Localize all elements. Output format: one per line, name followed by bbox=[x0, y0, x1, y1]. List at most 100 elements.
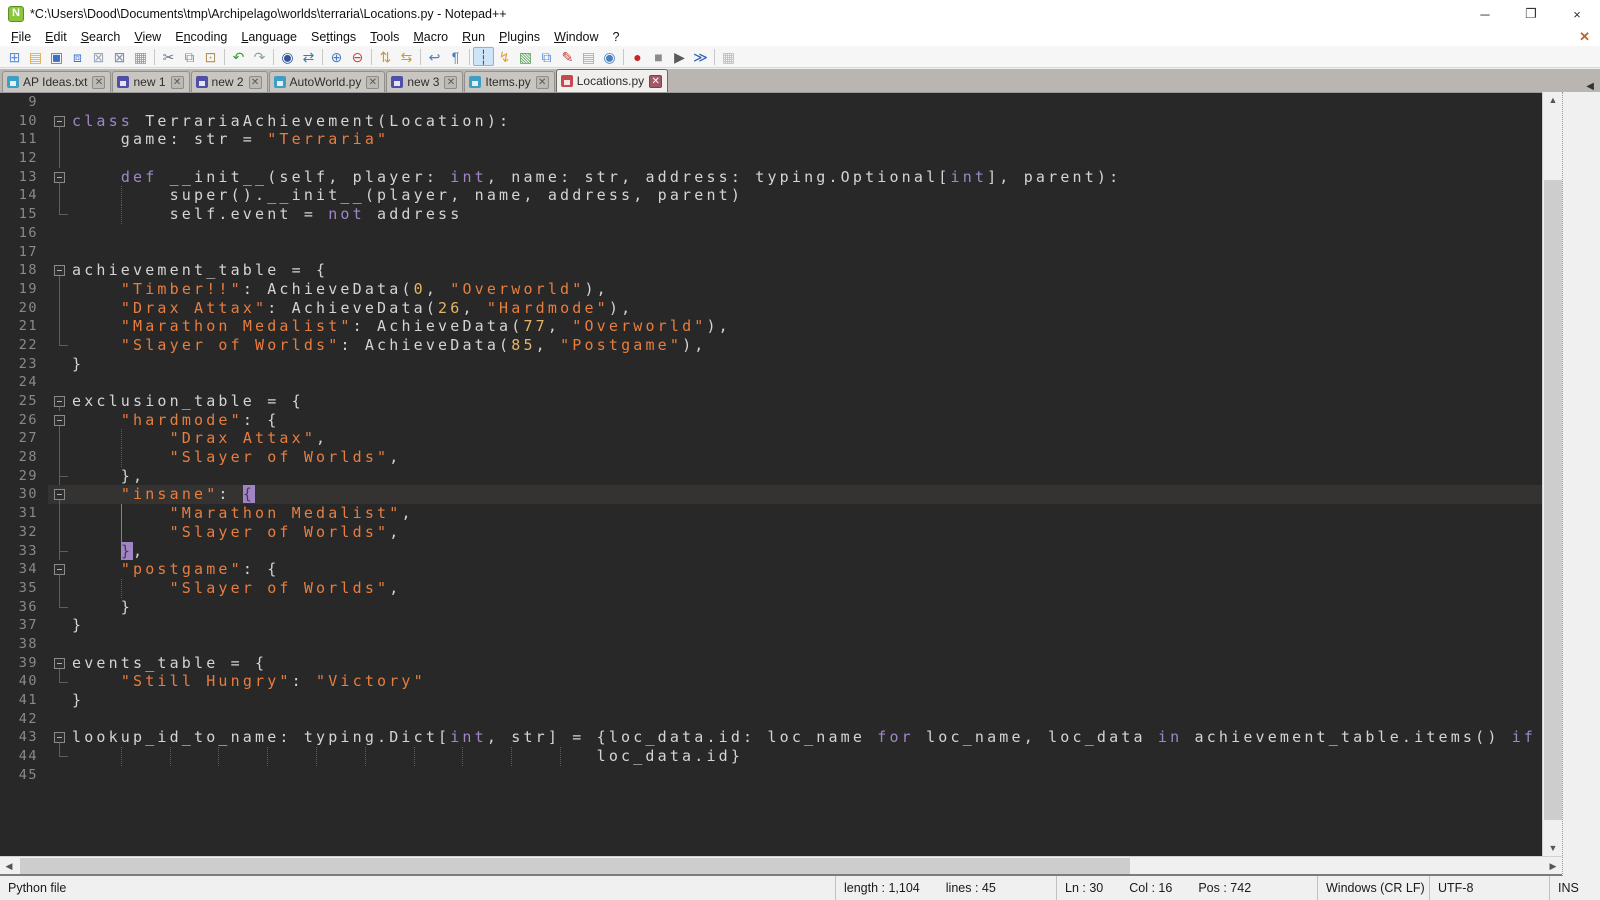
fold-collapse-icon[interactable] bbox=[48, 560, 72, 579]
fold-collapse-icon[interactable] bbox=[48, 112, 72, 131]
code-line-22[interactable]: 22 "Slayer of Worlds": AchieveData(85, "… bbox=[0, 336, 1542, 355]
menu-item-[interactable]: ? bbox=[606, 30, 627, 44]
fold-collapse-icon[interactable] bbox=[48, 411, 72, 430]
word-wrap-icon[interactable]: ↩ bbox=[424, 47, 445, 66]
macro-run-multiple-icon[interactable]: ≫ bbox=[690, 47, 711, 66]
menu-item-window[interactable]: Window bbox=[547, 30, 605, 44]
tab-close-icon[interactable]: ✕ bbox=[366, 76, 379, 89]
code-line-38[interactable]: 38 bbox=[0, 635, 1542, 654]
code-line-13[interactable]: 13 def __init__(self, player: int, name:… bbox=[0, 168, 1542, 187]
document-map-icon[interactable]: ▧ bbox=[515, 47, 536, 66]
redo-icon[interactable]: ↷ bbox=[249, 47, 270, 66]
code-line-17[interactable]: 17 bbox=[0, 243, 1542, 262]
tab-items-py[interactable]: Items.py✕ bbox=[464, 71, 554, 92]
menu-item-file[interactable]: File bbox=[4, 30, 38, 44]
scroll-up-icon[interactable]: ▲ bbox=[1544, 92, 1562, 108]
code-line-41[interactable]: 41} bbox=[0, 691, 1542, 710]
code-line-16[interactable]: 16 bbox=[0, 224, 1542, 243]
macro-stop-icon[interactable]: ■ bbox=[648, 47, 669, 66]
code-line-29[interactable]: 29 }, bbox=[0, 467, 1542, 486]
menu-item-plugins[interactable]: Plugins bbox=[492, 30, 547, 44]
minimize-button[interactable]: ─ bbox=[1462, 0, 1508, 28]
fold-collapse-icon[interactable] bbox=[48, 654, 72, 673]
tab-new-2[interactable]: new 2✕ bbox=[191, 71, 268, 92]
zoom-out-icon[interactable]: ⊖ bbox=[347, 47, 368, 66]
tab-locations-py[interactable]: Locations.py✕ bbox=[556, 69, 668, 92]
scroll-left-icon[interactable]: ◀ bbox=[0, 858, 18, 874]
fold-collapse-icon[interactable] bbox=[48, 261, 72, 280]
code-line-27[interactable]: 27 "Drax Attax", bbox=[0, 429, 1542, 448]
menu-close-document-icon[interactable]: ✕ bbox=[1579, 29, 1590, 45]
replace-icon[interactable]: ⇄ bbox=[298, 47, 319, 66]
indent-guide-icon[interactable]: ┆ bbox=[473, 47, 494, 66]
fold-collapse-icon[interactable] bbox=[48, 392, 72, 411]
menu-item-macro[interactable]: Macro bbox=[406, 30, 455, 44]
scroll-down-icon[interactable]: ▼ bbox=[1544, 840, 1562, 856]
code-line-23[interactable]: 23} bbox=[0, 355, 1542, 374]
code-line-28[interactable]: 28 "Slayer of Worlds", bbox=[0, 448, 1542, 467]
tab-ap-ideas-txt[interactable]: AP Ideas.txt✕ bbox=[2, 71, 111, 92]
macro-save-icon[interactable]: ▦ bbox=[718, 47, 739, 66]
edit-macro-icon[interactable]: ✎ bbox=[557, 47, 578, 66]
paste-icon[interactable]: ⊡ bbox=[200, 47, 221, 66]
restore-button[interactable]: ❐ bbox=[1508, 0, 1554, 28]
undo-icon[interactable]: ↶ bbox=[228, 47, 249, 66]
tab-autoworld-py[interactable]: AutoWorld.py✕ bbox=[269, 71, 386, 92]
document-list-icon[interactable]: ⧉ bbox=[536, 47, 557, 66]
code-line-30[interactable]: 30 "insane": { bbox=[0, 485, 1542, 504]
show-all-chars-icon[interactable]: ¶ bbox=[445, 47, 466, 66]
close-button[interactable]: × bbox=[1554, 0, 1600, 28]
code-line-34[interactable]: 34 "postgame": { bbox=[0, 560, 1542, 579]
scroll-right-icon[interactable]: ▶ bbox=[1544, 858, 1562, 874]
code-line-40[interactable]: 40 "Still Hungry": "Victory" bbox=[0, 672, 1542, 691]
open-file-icon[interactable]: ▤ bbox=[25, 47, 46, 66]
code-line-11[interactable]: 11 game: str = "Terraria" bbox=[0, 130, 1542, 149]
code-line-43[interactable]: 43lookup_id_to_name: typing.Dict[int, st… bbox=[0, 728, 1542, 747]
code-line-25[interactable]: 25exclusion_table = { bbox=[0, 392, 1542, 411]
code-line-44[interactable]: 44 loc_data.id} bbox=[0, 747, 1542, 766]
menu-item-edit[interactable]: Edit bbox=[38, 30, 74, 44]
code-line-24[interactable]: 24 bbox=[0, 373, 1542, 392]
tab-close-icon[interactable]: ✕ bbox=[249, 76, 262, 89]
menu-item-language[interactable]: Language bbox=[234, 30, 304, 44]
tab-close-icon[interactable]: ✕ bbox=[444, 76, 457, 89]
tab-close-icon[interactable]: ✕ bbox=[92, 76, 105, 89]
tab-close-icon[interactable]: ✕ bbox=[536, 76, 549, 89]
code-line-20[interactable]: 20 "Drax Attax": AchieveData(26, "Hardmo… bbox=[0, 299, 1542, 318]
new-file-icon[interactable]: ⊞ bbox=[4, 47, 25, 66]
code-line-33[interactable]: 33 }, bbox=[0, 542, 1542, 561]
macro-play-icon[interactable]: ▶ bbox=[669, 47, 690, 66]
tab-close-icon[interactable]: ✕ bbox=[171, 76, 184, 89]
vertical-scrollbar[interactable]: ▲ ▼ bbox=[1542, 92, 1562, 856]
code-line-21[interactable]: 21 "Marathon Medalist": AchieveData(77, … bbox=[0, 317, 1542, 336]
close-all-icon[interactable]: ⊠ bbox=[109, 47, 130, 66]
save-all-icon[interactable]: ⧈ bbox=[67, 47, 88, 66]
code-line-37[interactable]: 37} bbox=[0, 616, 1542, 635]
code-line-10[interactable]: 10class TerrariaAchievement(Location): bbox=[0, 112, 1542, 131]
fold-collapse-icon[interactable] bbox=[48, 485, 72, 504]
code-editor[interactable]: 910class TerrariaAchievement(Location):1… bbox=[0, 92, 1542, 856]
sync-vertical-icon[interactable]: ⇅ bbox=[375, 47, 396, 66]
menu-item-run[interactable]: Run bbox=[455, 30, 492, 44]
tab-close-icon[interactable]: ✕ bbox=[649, 75, 662, 88]
code-line-15[interactable]: 15 self.event = not address bbox=[0, 205, 1542, 224]
folder-workspace-icon[interactable]: ▤ bbox=[578, 47, 599, 66]
tab-scroll-left-icon[interactable]: ◀ bbox=[1586, 81, 1594, 92]
find-icon[interactable]: ◉ bbox=[277, 47, 298, 66]
code-line-32[interactable]: 32 "Slayer of Worlds", bbox=[0, 523, 1542, 542]
code-line-26[interactable]: 26 "hardmode": { bbox=[0, 411, 1542, 430]
copy-icon[interactable]: ⧉ bbox=[179, 47, 200, 66]
fold-collapse-icon[interactable] bbox=[48, 728, 72, 747]
tab-new-3[interactable]: new 3✕ bbox=[386, 71, 463, 92]
code-line-45[interactable]: 45 bbox=[0, 766, 1542, 785]
tab-new-1[interactable]: new 1✕ bbox=[112, 71, 189, 92]
horizontal-scrollbar-thumb[interactable] bbox=[20, 858, 1130, 874]
close-file-icon[interactable]: ⊠ bbox=[88, 47, 109, 66]
save-file-icon[interactable]: ▣ bbox=[46, 47, 67, 66]
code-line-39[interactable]: 39events_table = { bbox=[0, 654, 1542, 673]
code-line-18[interactable]: 18achievement_table = { bbox=[0, 261, 1542, 280]
code-line-36[interactable]: 36 } bbox=[0, 598, 1542, 617]
menu-item-settings[interactable]: Settings bbox=[304, 30, 363, 44]
vertical-scrollbar-thumb[interactable] bbox=[1544, 180, 1562, 820]
function-list-icon[interactable]: ↯ bbox=[494, 47, 515, 66]
